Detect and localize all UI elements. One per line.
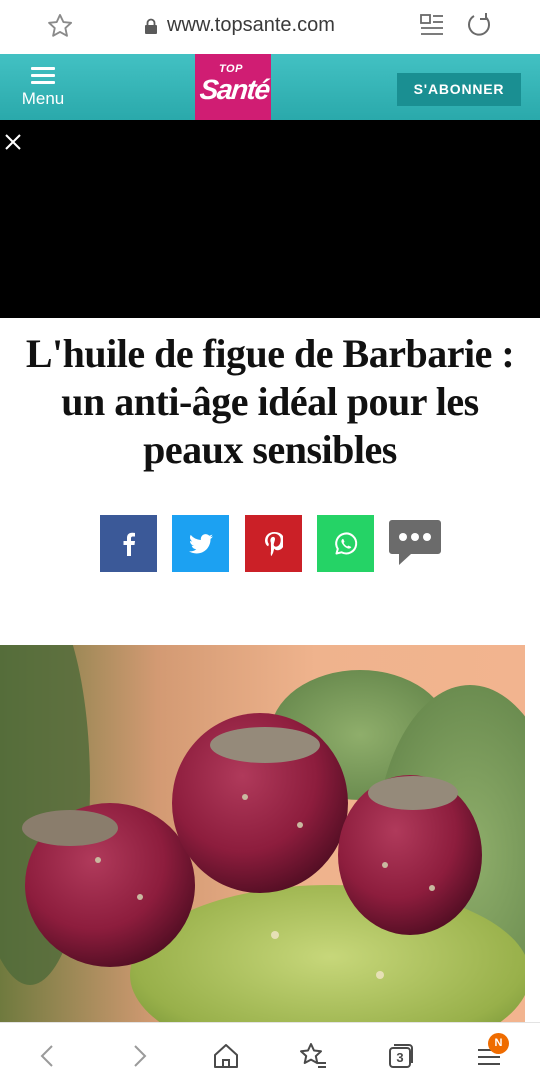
title-line: L'huile de figue de Barbarie : <box>25 331 515 376</box>
share-twitter-button[interactable] <box>172 515 229 572</box>
url-text: www.topsante.com <box>167 14 335 36</box>
reader-mode-icon[interactable] <box>419 12 445 40</box>
lock-icon <box>145 18 157 34</box>
article-photo <box>0 645 525 1022</box>
menu-button[interactable]: Menu <box>14 64 72 114</box>
browser-address-bar: www.topsante.com <box>0 0 540 54</box>
home-icon[interactable] <box>211 1041 241 1071</box>
forward-icon[interactable] <box>124 1041 154 1071</box>
tab-count: 3 <box>396 1050 404 1065</box>
share-whatsapp-button[interactable] <box>317 515 374 572</box>
hamburger-icon <box>31 67 55 85</box>
close-icon[interactable] <box>4 133 22 151</box>
comments-icon[interactable] <box>387 517 443 567</box>
logo-main-text: Santé <box>198 74 271 105</box>
twitter-icon <box>188 533 213 553</box>
back-icon[interactable] <box>33 1041 63 1071</box>
share-pinterest-button[interactable] <box>245 515 302 572</box>
facebook-icon <box>123 532 135 556</box>
bookmarks-icon[interactable] <box>298 1041 328 1071</box>
ad-banner[interactable] <box>0 120 540 318</box>
tabs-button[interactable]: 3 <box>386 1041 416 1071</box>
bookmark-star-icon[interactable] <box>46 12 74 40</box>
whatsapp-icon <box>334 531 357 554</box>
browser-bottom-nav: 3 <box>0 1022 540 1092</box>
article-title: L'huile de figue de Barbarie : un anti-â… <box>0 330 540 474</box>
menu-label: Menu <box>21 89 65 108</box>
subscribe-button[interactable]: S'ABONNER <box>397 73 521 106</box>
site-logo[interactable]: TOP Santé <box>195 54 271 120</box>
title-line: peaux sensibles <box>143 427 397 472</box>
title-line: un anti-âge idéal pour les <box>61 379 479 424</box>
share-facebook-button[interactable] <box>100 515 157 572</box>
url-field[interactable]: www.topsante.com <box>144 14 335 37</box>
pinterest-icon <box>264 531 283 556</box>
notification-badge: N <box>488 1033 509 1054</box>
reload-icon[interactable] <box>466 11 494 39</box>
